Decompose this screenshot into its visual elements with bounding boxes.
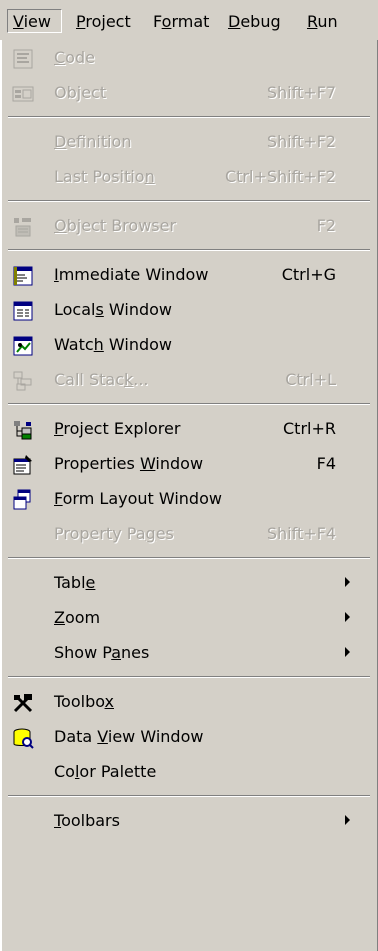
menu-item-form-layout-window[interactable]: Form Layout Window	[2, 481, 376, 516]
call-stack-icon	[12, 369, 34, 391]
menu-item-label: Project Explorer	[54, 419, 181, 438]
menu-item-shortcut: Ctrl+L	[285, 370, 336, 389]
menu-item-object: Object Shift+F7	[2, 75, 376, 110]
menu-debug-label: Debug	[228, 12, 281, 31]
menu-debug[interactable]: Debug	[228, 10, 281, 34]
submenu-arrow-icon	[345, 612, 350, 622]
menu-item-label: Call Stack...	[54, 370, 149, 389]
menu-item-code: Code	[2, 40, 376, 75]
menu-item-label: Zoom	[54, 608, 101, 627]
menu-run-label: Run	[307, 12, 338, 31]
menu-item-data-view-window[interactable]: Data View Window	[2, 719, 376, 754]
menu-item-label: Object Browser	[54, 216, 177, 235]
menu-item-show-panes[interactable]: Show Panes	[2, 635, 376, 670]
menu-project[interactable]: Project	[76, 10, 131, 34]
submenu-arrow-icon	[345, 647, 350, 657]
data-view-icon	[12, 726, 34, 749]
menu-item-shortcut: Shift+F7	[266, 83, 336, 102]
menu-item-properties-window[interactable]: Properties Window F4	[2, 446, 376, 481]
menu-item-shortcut: Shift+F2	[266, 132, 336, 151]
menu-item-shortcut: Ctrl+Shift+F2	[224, 167, 336, 186]
toolbox-icon	[12, 691, 34, 713]
submenu-arrow-icon	[345, 815, 350, 825]
menu-separator	[8, 403, 370, 405]
menu-item-locals-window[interactable]: Locals Window	[2, 292, 376, 327]
menu-item-project-explorer[interactable]: Project Explorer Ctrl+R	[2, 411, 376, 446]
menu-item-property-pages: Property Pages Shift+F4	[2, 516, 376, 551]
menu-item-last-position: Last Position Ctrl+Shift+F2	[2, 159, 376, 194]
menu-item-label: Color Palette	[54, 762, 157, 781]
menu-item-watch-window[interactable]: Watch Window	[2, 327, 376, 362]
menu-format[interactable]: Format	[153, 10, 209, 34]
menu-item-label: Watch Window	[54, 335, 172, 354]
code-icon	[12, 47, 34, 69]
view-dropdown-menu: Code Object Shift+F7 Definition Shift+F2 Last…	[0, 40, 378, 951]
menu-view[interactable]: View	[7, 9, 62, 33]
menu-item-call-stack: Call Stack... Ctrl+L	[2, 362, 376, 397]
menu-item-label: Data View Window	[54, 727, 204, 746]
menu-separator	[8, 795, 370, 797]
menu-item-label: Toolbars	[54, 811, 120, 830]
menu-separator	[8, 249, 370, 251]
menu-separator	[8, 116, 370, 118]
menu-item-shortcut: Ctrl+G	[281, 265, 336, 284]
menu-item-label: Object	[54, 83, 107, 102]
locals-window-icon	[12, 299, 34, 321]
submenu-arrow-icon	[345, 577, 350, 587]
menu-project-label: Project	[76, 12, 131, 31]
menu-item-label: Last Position	[54, 167, 155, 186]
menu-item-label: Property Pages	[54, 524, 174, 543]
form-layout-icon	[12, 488, 34, 510]
immediate-window-icon	[12, 264, 34, 286]
menu-item-toolbars[interactable]: Toolbars	[2, 803, 376, 838]
menu-item-shortcut: F4	[316, 454, 336, 473]
menu-item-label: Code	[54, 48, 95, 67]
menu-separator	[8, 557, 370, 559]
menu-item-label: Table	[54, 573, 96, 592]
menu-separator	[8, 676, 370, 678]
menu-item-object-browser: Object Browser F2	[2, 208, 376, 243]
properties-window-icon	[12, 453, 34, 475]
menu-item-immediate-window[interactable]: Immediate Window Ctrl+G	[2, 257, 376, 292]
object-browser-icon	[12, 215, 34, 237]
menu-item-zoom[interactable]: Zoom	[2, 600, 376, 635]
menu-separator	[8, 200, 370, 202]
menu-item-label: Locals Window	[54, 300, 172, 319]
menu-run[interactable]: Run	[307, 10, 338, 34]
menu-item-shortcut: Ctrl+R	[283, 419, 336, 438]
object-icon	[12, 82, 34, 104]
watch-window-icon	[12, 334, 34, 356]
menu-item-label: Immediate Window	[54, 265, 209, 284]
menu-item-label: Definition	[54, 132, 132, 151]
menu-item-label: Show Panes	[54, 643, 150, 662]
project-explorer-icon	[12, 418, 34, 440]
menu-bar: View Project Format Debug Run	[0, 0, 378, 40]
menu-item-shortcut: Shift+F4	[266, 524, 336, 543]
menu-item-color-palette[interactable]: Color Palette	[2, 754, 376, 789]
menu-item-toolbox[interactable]: Toolbox	[2, 684, 376, 719]
menu-item-label: Form Layout Window	[54, 489, 222, 508]
menu-item-label: Toolbox	[54, 692, 114, 711]
menu-format-label: Format	[153, 12, 210, 31]
menu-item-label: Properties Window	[54, 454, 204, 473]
menu-item-table[interactable]: Table	[2, 565, 376, 600]
menu-item-shortcut: F2	[316, 216, 336, 235]
menu-view-label: View	[13, 12, 51, 31]
menu-item-definition: Definition Shift+F2	[2, 124, 376, 159]
